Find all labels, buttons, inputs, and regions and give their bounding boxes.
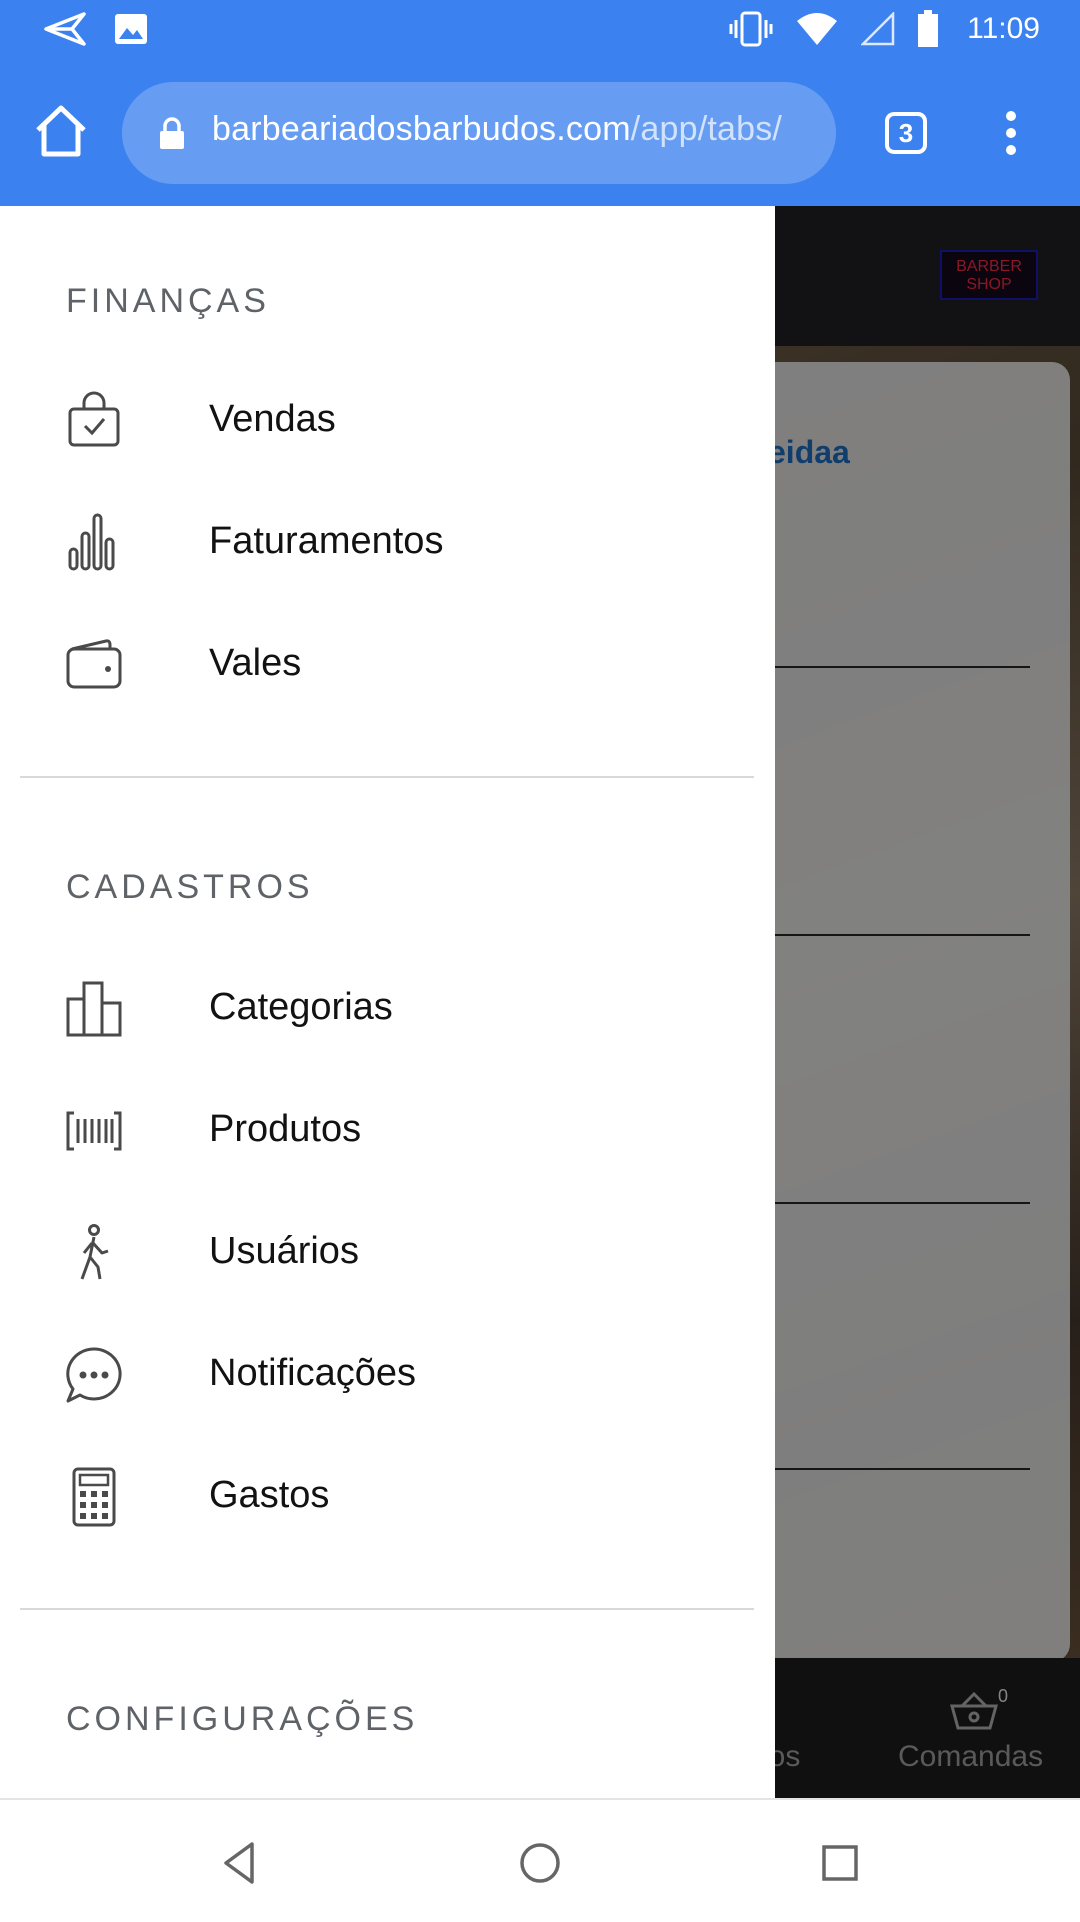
shopping-bag-check-icon (68, 391, 120, 447)
menu-item-produtos[interactable]: Produtos (0, 1076, 775, 1186)
menu-item-gastos[interactable]: Gastos (0, 1442, 775, 1552)
calculator-icon (72, 1467, 116, 1527)
menu-item-vendas[interactable]: Vendas (0, 366, 775, 476)
wifi-icon (797, 13, 838, 45)
bar-chart-icon (68, 513, 115, 571)
menu-item-label: Gastos (209, 1474, 330, 1516)
status-bar: 11:09 (0, 0, 1080, 62)
lock-icon (160, 117, 184, 149)
image-notification-icon (115, 14, 147, 44)
barcode-icon (66, 1111, 122, 1151)
section-title-financas: FINANÇAS (66, 282, 270, 320)
menu-item-categorias[interactable]: Categorias (0, 954, 775, 1064)
send-notification-icon (44, 12, 86, 46)
address-row: barbeariadosbarbudos.com/app/tabs/ 3 (0, 78, 1080, 188)
buildings-icon (66, 981, 122, 1037)
section-divider (20, 1608, 754, 1610)
menu-item-label: Vales (209, 642, 302, 684)
clock: 11:09 (967, 12, 1040, 45)
wallet-icon (66, 639, 122, 689)
url-bar[interactable]: barbeariadosbarbudos.com/app/tabs/ (122, 82, 836, 184)
menu-item-faturamentos[interactable]: Faturamentos (0, 488, 775, 598)
menu-item-label: Notificações (209, 1352, 416, 1394)
battery-icon (918, 10, 939, 47)
section-divider (20, 776, 754, 778)
signal-icon (861, 12, 895, 46)
tab-switcher-button[interactable]: 3 (885, 112, 927, 154)
url-domain: barbeariadosbarbudos.com (212, 110, 631, 148)
menu-item-label: Vendas (209, 398, 336, 440)
side-menu-drawer: FINANÇAS Vendas Faturamentos Vales CADAS… (0, 206, 775, 1798)
menu-item-label: Usuários (209, 1230, 359, 1272)
recents-icon[interactable] (817, 1840, 863, 1886)
back-icon[interactable] (218, 1840, 264, 1886)
menu-item-label: Produtos (209, 1108, 362, 1150)
menu-item-vales[interactable]: Vales (0, 610, 775, 720)
section-title-cadastros: CADASTROS (66, 868, 314, 906)
system-nav-bar (0, 1798, 1080, 1922)
home-circle-icon[interactable] (517, 1840, 563, 1886)
walking-person-icon (80, 1224, 109, 1280)
url-path: /app/tabs/ (630, 110, 783, 148)
menu-item-label: Faturamentos (209, 520, 444, 562)
menu-item-usuarios[interactable]: Usuários (0, 1198, 775, 1308)
section-title-configuracoes: CONFIGURAÇÕES (66, 1700, 419, 1738)
home-icon[interactable] (30, 100, 92, 162)
more-options-icon[interactable] (994, 108, 1028, 158)
browser-chrome: 11:09 barbeariadosbarbudos.com/app/tabs/… (0, 0, 1080, 206)
menu-item-notificacoes[interactable]: Notificações (0, 1320, 775, 1430)
menu-item-label: Categorias (209, 986, 393, 1028)
url-text[interactable]: barbeariadosbarbudos.com/app/tabs/ (212, 110, 782, 149)
chat-bubble-icon (66, 1347, 122, 1403)
vibrate-icon (729, 11, 773, 47)
